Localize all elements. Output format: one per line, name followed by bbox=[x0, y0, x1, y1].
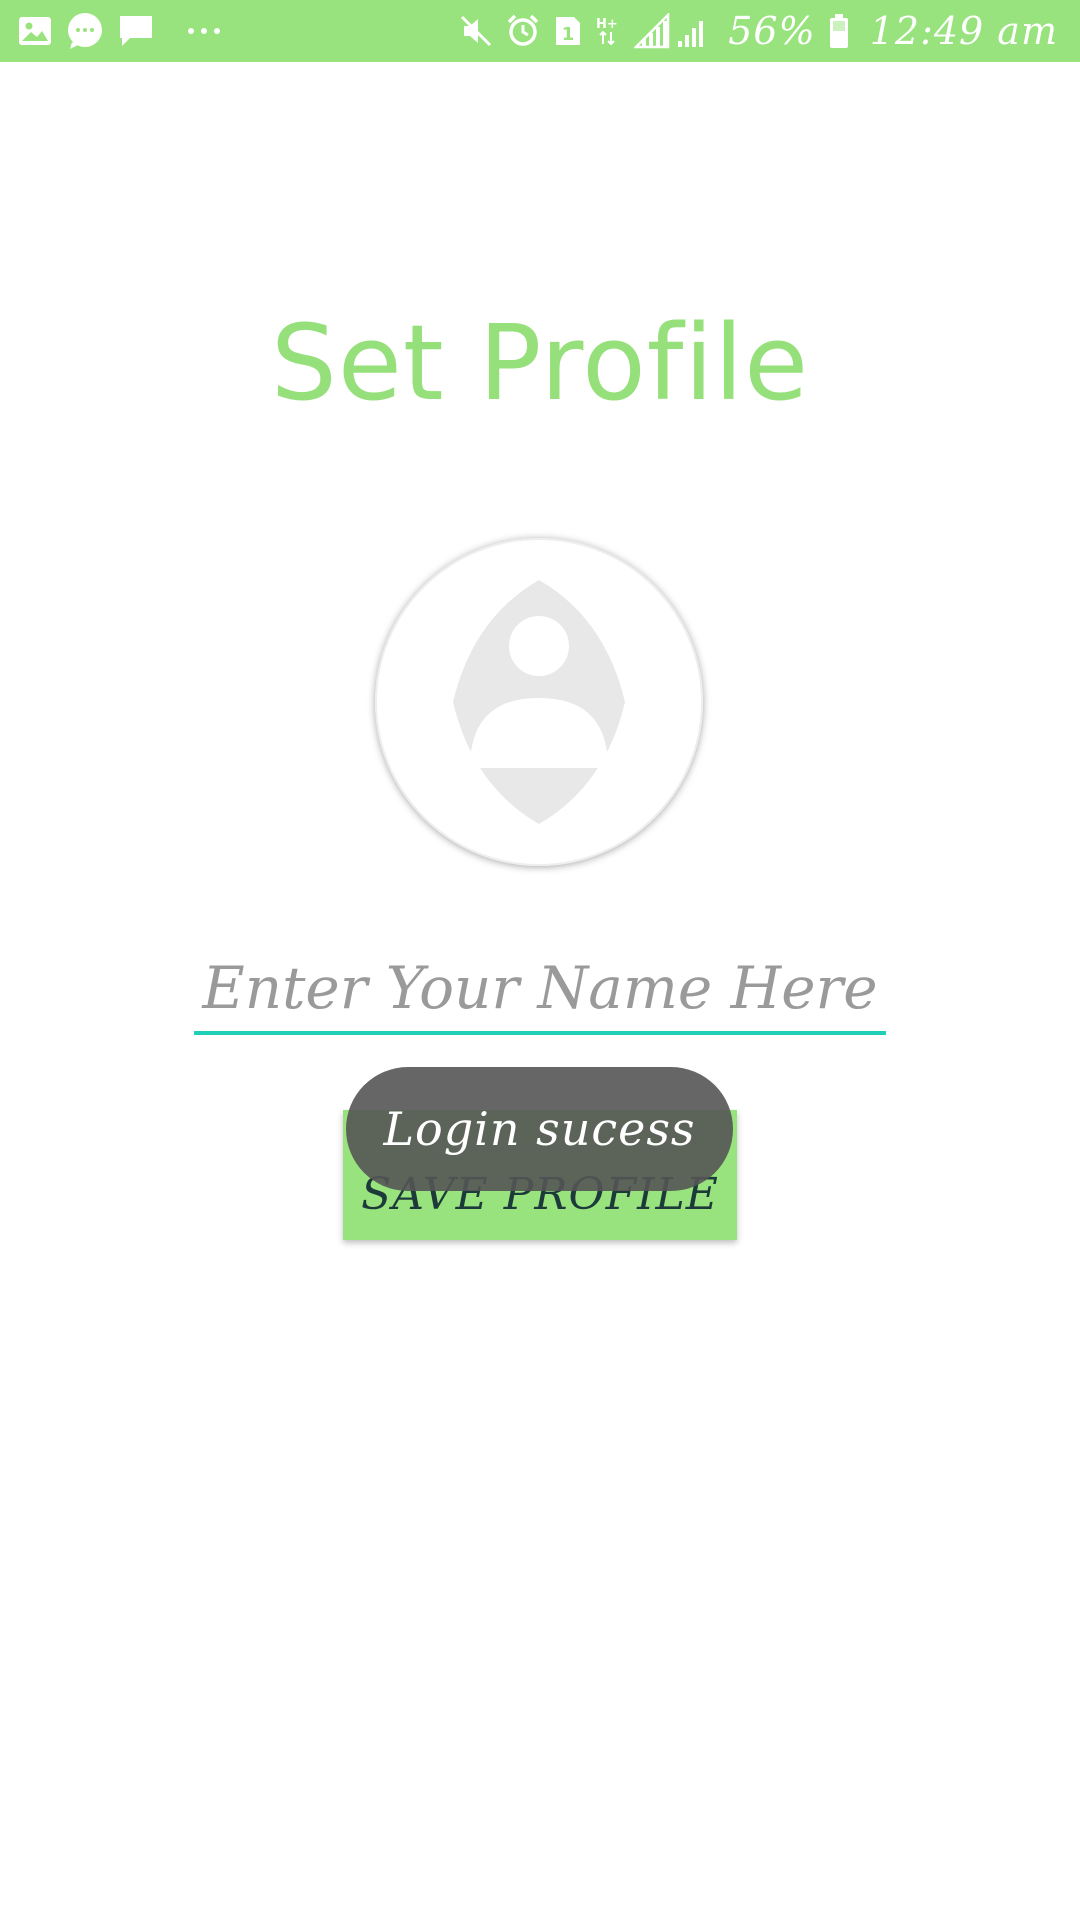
chat-bubble-icon bbox=[66, 12, 104, 50]
status-bar: 1 H+ 56% 12:49 am bbox=[0, 0, 1080, 62]
notification-icons bbox=[18, 13, 236, 49]
mute-icon bbox=[460, 15, 492, 47]
page-title: Set Profile bbox=[270, 302, 810, 424]
toast-message: Login sucess bbox=[346, 1067, 733, 1191]
sim-1-icon: 1 bbox=[554, 15, 582, 47]
name-input[interactable] bbox=[194, 945, 886, 1035]
system-icons: 1 H+ 56% 12:49 am bbox=[460, 9, 1058, 53]
more-dots-icon bbox=[186, 26, 222, 36]
svg-text:1: 1 bbox=[562, 24, 575, 45]
default-profile-icon bbox=[453, 580, 625, 824]
clock: 12:49 am bbox=[869, 9, 1058, 53]
toast-text: Login sucess bbox=[383, 1102, 696, 1156]
svg-text:H+: H+ bbox=[596, 17, 618, 32]
battery-icon bbox=[828, 13, 850, 49]
signal-1-icon bbox=[634, 13, 670, 49]
alarm-icon bbox=[506, 14, 540, 48]
message-icon bbox=[118, 14, 154, 48]
profile-image-picker[interactable] bbox=[375, 538, 703, 866]
signal-2-icon bbox=[676, 13, 708, 49]
hplus-data-icon: H+ bbox=[596, 14, 620, 48]
set-profile-screen: 1 H+ 56% 12:49 am Set Profile Enter Your… bbox=[0, 0, 1080, 1920]
gallery-icon bbox=[18, 16, 52, 46]
battery-percent: 56% bbox=[728, 9, 816, 53]
